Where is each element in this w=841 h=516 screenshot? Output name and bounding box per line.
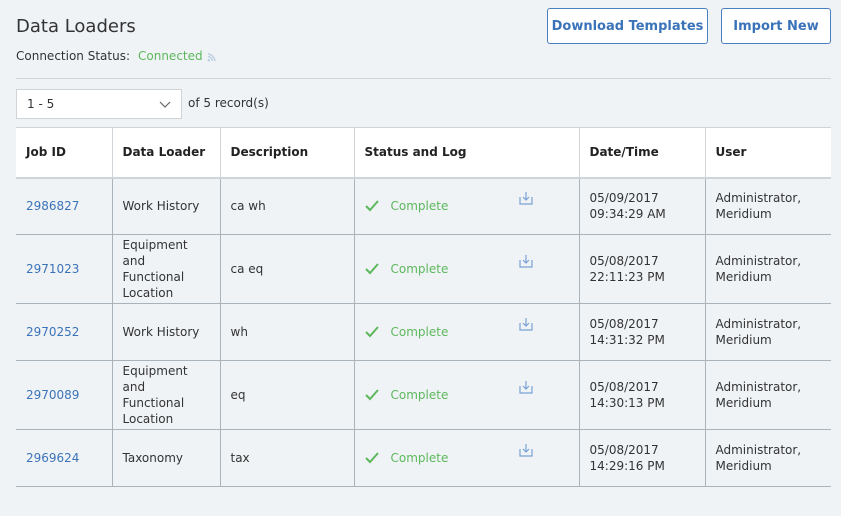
user-cell: Administrator, Meridium (704, 303, 831, 361)
time-text: 14:30:13 PM (589, 396, 665, 410)
job-id-link[interactable]: 2970252 (16, 303, 113, 361)
page-range-select[interactable]: 1 - 5 (16, 89, 182, 119)
status-cell: Complete (353, 429, 580, 487)
description-cell: wh (219, 303, 355, 361)
download-log-icon[interactable] (518, 254, 533, 268)
connection-label: Connection Status: (16, 49, 130, 63)
date-text: 05/09/2017 (589, 191, 659, 206)
description-cell: tax (219, 429, 355, 487)
job-id-link[interactable]: 2986827 (16, 177, 113, 235)
description-cell: ca wh (219, 177, 355, 235)
chevron-down-icon (159, 98, 171, 113)
status-text: Complete (390, 325, 449, 339)
description-cell: ca eq (219, 234, 355, 304)
user-line-2: Meridium (715, 207, 772, 222)
data-loader-cell: Equipment and Functional Location (111, 234, 221, 304)
status-text: Complete (390, 199, 449, 214)
status-cell: Complete (353, 303, 580, 361)
status-cell: Complete (353, 177, 580, 235)
status-cell: Complete (353, 234, 580, 304)
column-header-data-loader[interactable]: Data Loader (111, 127, 221, 179)
data-loader-cell: Work History (111, 303, 221, 361)
user-line-1: Administrator, (715, 380, 802, 394)
date-text: 05/08/2017 (589, 443, 659, 457)
user-cell: Administrator, Meridium (704, 234, 831, 304)
time-text: 09:34:29 AM (589, 207, 666, 222)
download-log-icon[interactable] (518, 443, 533, 457)
check-icon (364, 389, 379, 401)
time-text: 22:11:23 PM (589, 270, 665, 284)
status-cell: Complete (353, 360, 580, 430)
user-line-1: Administrator, (715, 254, 802, 268)
data-loader-cell: Work History (111, 177, 221, 235)
column-header-date-time[interactable]: Date/Time (578, 127, 706, 179)
table-row: 2971023 Equipment and Functional Locatio… (16, 234, 831, 304)
status-text: Complete (390, 262, 449, 276)
description-cell: eq (219, 360, 355, 430)
user-cell: Administrator, Meridium (704, 429, 831, 487)
record-count: of 5 record(s) (188, 96, 269, 110)
date-time-cell: 05/09/2017 09:34:29 AM (578, 177, 706, 235)
import-new-button[interactable]: Import New (721, 8, 831, 44)
date-time-cell: 05/08/2017 14:29:16 PM (578, 429, 706, 487)
download-log-icon[interactable] (518, 191, 533, 205)
page-title: Data Loaders (16, 16, 136, 37)
date-time-cell: 05/08/2017 22:11:23 PM (578, 234, 706, 304)
download-templates-button[interactable]: Download Templates (547, 8, 708, 44)
user-line-2: Meridium (715, 396, 772, 410)
column-header-status-log[interactable]: Status and Log (353, 127, 580, 179)
status-text: Complete (390, 388, 449, 402)
user-cell: Administrator, Meridium (704, 177, 831, 235)
column-header-description[interactable]: Description (219, 127, 355, 179)
page-range-value: 1 - 5 (27, 97, 55, 111)
user-line-1: Administrator, (715, 191, 802, 206)
check-icon (364, 263, 379, 275)
table-row: 2986827 Work History ca wh Complete 05/0… (16, 177, 831, 235)
wifi-icon (207, 50, 219, 62)
download-log-icon[interactable] (518, 317, 533, 331)
data-loaders-table: Job ID Data Loader Description Status an… (16, 127, 831, 487)
date-time-cell: 05/08/2017 14:30:13 PM (578, 360, 706, 430)
time-text: 14:31:32 PM (589, 333, 665, 347)
connection-value: Connected (138, 49, 203, 63)
data-loader-cell: Taxonomy (111, 429, 221, 487)
date-text: 05/08/2017 (589, 380, 659, 394)
table-row: 2969624 Taxonomy tax Complete 05/08/2017… (16, 429, 831, 487)
check-icon (364, 452, 379, 464)
data-loader-cell: Equipment and Functional Location (111, 360, 221, 430)
table-row: 2970252 Work History wh Complete 05/08/2… (16, 303, 831, 361)
user-line-1: Administrator, (715, 443, 802, 457)
divider (16, 78, 831, 79)
user-cell: Administrator, Meridium (704, 360, 831, 430)
user-line-2: Meridium (715, 459, 772, 473)
column-header-job-id[interactable]: Job ID (16, 127, 113, 179)
date-text: 05/08/2017 (589, 317, 659, 331)
table-row: 2970089 Equipment and Functional Locatio… (16, 360, 831, 430)
status-text: Complete (390, 451, 449, 465)
date-time-cell: 05/08/2017 14:31:32 PM (578, 303, 706, 361)
connection-status: Connection Status: Connected (16, 49, 219, 63)
check-icon (364, 200, 379, 212)
column-header-user[interactable]: User (704, 127, 831, 179)
user-line-2: Meridium (715, 333, 772, 347)
job-id-link[interactable]: 2971023 (16, 234, 113, 304)
table-header-row: Job ID Data Loader Description Status an… (16, 127, 831, 179)
user-line-1: Administrator, (715, 317, 802, 331)
job-id-link[interactable]: 2970089 (16, 360, 113, 430)
user-line-2: Meridium (715, 270, 772, 284)
download-log-icon[interactable] (518, 380, 533, 394)
job-id-link[interactable]: 2969624 (16, 429, 113, 487)
time-text: 14:29:16 PM (589, 459, 665, 473)
check-icon (364, 326, 379, 338)
date-text: 05/08/2017 (589, 254, 659, 268)
